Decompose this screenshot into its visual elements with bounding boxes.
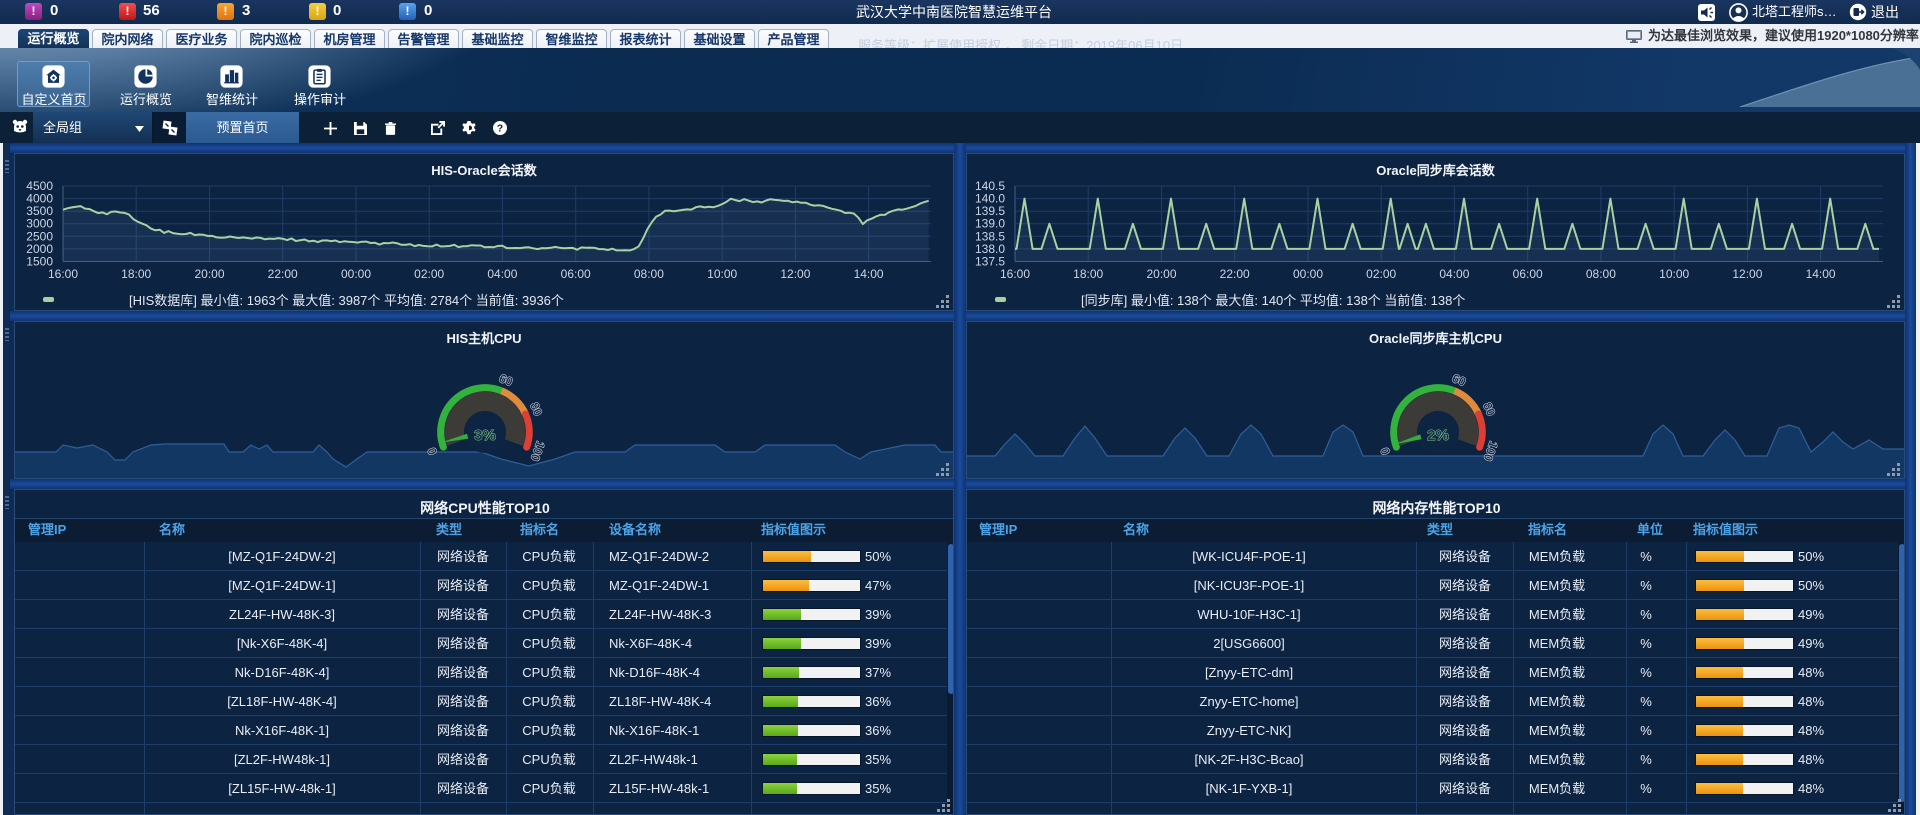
svg-text:10:00: 10:00 <box>707 267 737 281</box>
svg-text:12:00: 12:00 <box>1732 267 1762 281</box>
svg-text:[同步库] 最小值: 138个 最大值: 140个 平均值:: [同步库] 最小值: 138个 最大值: 140个 平均值: 138个 当前值:… <box>1081 293 1465 308</box>
svg-text:04:00: 04:00 <box>487 267 517 281</box>
svg-text:04:00: 04:00 <box>1439 267 1469 281</box>
svg-text:20:00: 20:00 <box>194 267 224 281</box>
svg-text:10:00: 10:00 <box>1659 267 1689 281</box>
svg-text:18:00: 18:00 <box>1073 267 1103 281</box>
svg-text:60: 60 <box>497 371 515 389</box>
svg-text:[HIS数据库] 最小值: 1963个 最大值: 3987个: [HIS数据库] 最小值: 1963个 最大值: 3987个 平均值: 2784… <box>129 293 564 308</box>
svg-text:16:00: 16:00 <box>48 267 78 281</box>
svg-text:02:00: 02:00 <box>1366 267 1396 281</box>
svg-text:08:00: 08:00 <box>634 267 664 281</box>
svg-text:22:00: 22:00 <box>1220 267 1250 281</box>
svg-text:3%: 3% <box>474 427 496 444</box>
svg-text:137.5: 137.5 <box>975 255 1005 269</box>
svg-text:12:00: 12:00 <box>780 267 810 281</box>
svg-text:00:00: 00:00 <box>341 267 371 281</box>
svg-text:20:00: 20:00 <box>1146 267 1176 281</box>
svg-text:16:00: 16:00 <box>1000 267 1030 281</box>
svg-text:02:00: 02:00 <box>414 267 444 281</box>
svg-text:60: 60 <box>1450 371 1468 389</box>
svg-text:0: 0 <box>1378 445 1394 456</box>
svg-text:14:00: 14:00 <box>1806 267 1836 281</box>
svg-text:08:00: 08:00 <box>1586 267 1616 281</box>
svg-text:2%: 2% <box>1427 427 1449 444</box>
svg-text:06:00: 06:00 <box>1513 267 1543 281</box>
svg-text:?: ? <box>497 124 503 135</box>
svg-text:14:00: 14:00 <box>854 267 884 281</box>
svg-text:06:00: 06:00 <box>561 267 591 281</box>
svg-text:1500: 1500 <box>26 255 53 269</box>
svg-text:18:00: 18:00 <box>121 267 151 281</box>
svg-text:00:00: 00:00 <box>1293 267 1323 281</box>
svg-text:22:00: 22:00 <box>268 267 298 281</box>
